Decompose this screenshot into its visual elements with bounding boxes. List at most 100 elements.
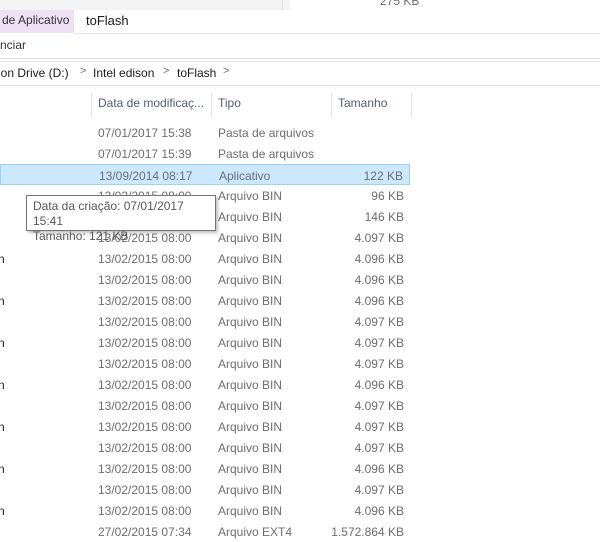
file-size: 4.097 KB (354, 336, 404, 350)
file-size: 4.096 KB (354, 273, 404, 287)
column-divider[interactable] (211, 92, 212, 118)
file-size: 4.096 KB (354, 252, 404, 266)
file-date-modified: 13/02/2015 08:00 (98, 378, 192, 392)
file-type: Arquivo EXT4 (218, 525, 293, 539)
file-size: 4.096 KB (354, 504, 404, 518)
file-row[interactable]: 13/02/2015 08:00 Arquivo BIN 4.097 KB (0, 353, 410, 374)
column-header-date[interactable]: Data de modificaç... (98, 96, 204, 116)
ribbon-tab-manage[interactable]: nciar (0, 38, 26, 52)
file-row[interactable]: n 13/02/2015 08:00 Arquivo BIN 4.096 KB (0, 500, 410, 521)
file-date-modified: 13/02/2015 08:00 (98, 420, 192, 434)
file-type: Arquivo BIN (218, 189, 283, 203)
divider (282, 0, 283, 10)
file-type: Arquivo BIN (218, 420, 283, 434)
file-type: Arquivo BIN (218, 483, 283, 497)
file-row[interactable]: n 13/02/2015 08:00 Arquivo BIN 4.096 KB (0, 374, 410, 395)
file-row[interactable]: 13/02/2015 08:00 Arquivo BIN 4.097 KB (0, 437, 410, 458)
file-date-modified: 13/02/2015 08:00 (98, 315, 192, 329)
file-date-modified: 27/02/2015 07:34 (98, 525, 192, 539)
file-type: Pasta de arquivos (218, 126, 315, 140)
file-row[interactable]: 13/02/2015 08:00 Arquivo BIN 4.097 KB (0, 479, 410, 500)
file-size: 4.097 KB (354, 441, 404, 455)
file-date-modified: 13/02/2015 08:00 (98, 294, 192, 308)
file-size: 1.572.864 KB (331, 525, 404, 539)
column-divider[interactable] (91, 92, 92, 118)
file-type: Arquivo BIN (218, 357, 283, 371)
file-row[interactable]: 13/09/2014 08:17 Aplicativo 122 KB (0, 164, 410, 185)
file-size: 4.097 KB (354, 420, 404, 434)
file-date-modified: 07/01/2017 15:38 (98, 126, 192, 140)
file-row[interactable]: n 13/02/2015 08:00 Arquivo BIN 4.096 KB (0, 458, 410, 479)
file-name: n (0, 504, 5, 518)
tooltip-created-date: Data da criação: 07/01/2017 15:41 (33, 199, 184, 228)
file-type: Aplicativo (219, 169, 271, 183)
breadcrumb-toflash[interactable]: toFlash (177, 66, 216, 80)
tooltip-size: Tamanho: 121 KB (33, 229, 129, 243)
file-size: 96 KB (371, 189, 404, 203)
chevron-right-icon[interactable]: > (80, 65, 86, 77)
file-size: 4.097 KB (354, 315, 404, 329)
file-date-modified: 13/02/2015 08:00 (98, 273, 192, 287)
column-header-type[interactable]: Tipo (218, 96, 241, 116)
file-type: Arquivo BIN (218, 210, 283, 224)
file-row[interactable]: 13/02/2015 08:00 Arquivo BIN 4.097 KB (0, 395, 410, 416)
file-size: 4.096 KB (354, 462, 404, 476)
file-type: Arquivo BIN (218, 378, 283, 392)
file-row[interactable]: n 13/02/2015 08:00 Arquivo BIN 4.096 KB (0, 290, 410, 311)
file-date-modified: 13/02/2015 08:00 (98, 252, 192, 266)
file-size: 4.096 KB (354, 378, 404, 392)
file-type: Pasta de arquivos (218, 147, 315, 161)
file-size: 122 KB (363, 169, 403, 183)
file-type: Arquivo BIN (218, 441, 283, 455)
file-type: Arquivo BIN (218, 231, 283, 245)
file-date-modified: 13/02/2015 08:00 (98, 336, 192, 350)
file-type: Arquivo BIN (218, 336, 283, 350)
file-size: 4.096 KB (354, 294, 404, 308)
file-name: n (0, 252, 5, 266)
file-type: Arquivo BIN (218, 399, 283, 413)
ribbon-divider (74, 33, 600, 34)
file-type: Arquivo BIN (218, 294, 283, 308)
file-type: Arquivo BIN (218, 273, 283, 287)
file-row[interactable]: 13/02/2015 08:00 Arquivo BIN 4.096 KB (0, 269, 410, 290)
file-type: Arquivo BIN (218, 252, 283, 266)
file-tooltip: Data da criação: 07/01/2017 15:41 Tamanh… (26, 195, 216, 243)
file-size: 4.097 KB (354, 357, 404, 371)
file-date-modified: 13/02/2015 08:00 (98, 462, 192, 476)
file-size: 4.097 KB (354, 231, 404, 245)
file-date-modified: 07/01/2017 15:39 (98, 147, 192, 161)
file-date-modified: 13/02/2015 08:00 (98, 441, 192, 455)
address-bar[interactable]: ion Drive (D:) > Intel edison > toFlash … (0, 61, 600, 86)
file-row[interactable]: 27/02/2015 07:34 Arquivo EXT4 1.572.864 KB (0, 521, 410, 542)
file-row[interactable]: n 13/02/2015 08:00 Arquivo BIN 4.097 KB (0, 416, 410, 437)
file-size: 4.097 KB (354, 483, 404, 497)
file-date-modified: 13/02/2015 08:00 (98, 399, 192, 413)
ribbon-context-tab-label[interactable]: de Aplicativo (2, 13, 69, 27)
file-type: Arquivo BIN (218, 315, 283, 329)
file-row[interactable]: n 13/02/2015 08:00 Arquivo BIN 4.096 KB (0, 248, 410, 269)
column-header-size[interactable]: Tamanho (338, 96, 387, 116)
window-title: toFlash (86, 13, 129, 28)
file-name: n (0, 420, 5, 434)
file-row[interactable]: n 13/02/2015 08:00 Arquivo BIN 4.097 KB (0, 332, 410, 353)
file-size: 4.097 KB (354, 399, 404, 413)
file-name: n (0, 378, 5, 392)
breadcrumb-drive[interactable]: ion Drive (D:) (0, 66, 69, 80)
file-date-modified: 13/02/2015 08:00 (98, 357, 192, 371)
file-name: n (0, 462, 5, 476)
file-type: Arquivo BIN (218, 504, 283, 518)
file-row[interactable]: 13/02/2015 08:00 Arquivo BIN 4.097 KB (0, 311, 410, 332)
file-type: Arquivo BIN (218, 462, 283, 476)
file-name: n (0, 336, 5, 350)
file-row[interactable]: 07/01/2017 15:39 Pasta de arquivos (0, 143, 410, 164)
chevron-right-icon[interactable]: > (223, 65, 229, 77)
file-size: 146 KB (364, 210, 404, 224)
previous-size-text: 275 KB (380, 0, 420, 8)
column-divider[interactable] (331, 92, 332, 118)
file-row[interactable]: 07/01/2017 15:38 Pasta de arquivos (0, 122, 410, 143)
file-date-modified: 13/02/2015 08:00 (98, 504, 192, 518)
column-divider[interactable] (411, 92, 412, 118)
chevron-right-icon[interactable]: > (163, 65, 169, 77)
breadcrumb-intel-edison[interactable]: Intel edison (93, 66, 154, 80)
file-name: n (0, 294, 5, 308)
